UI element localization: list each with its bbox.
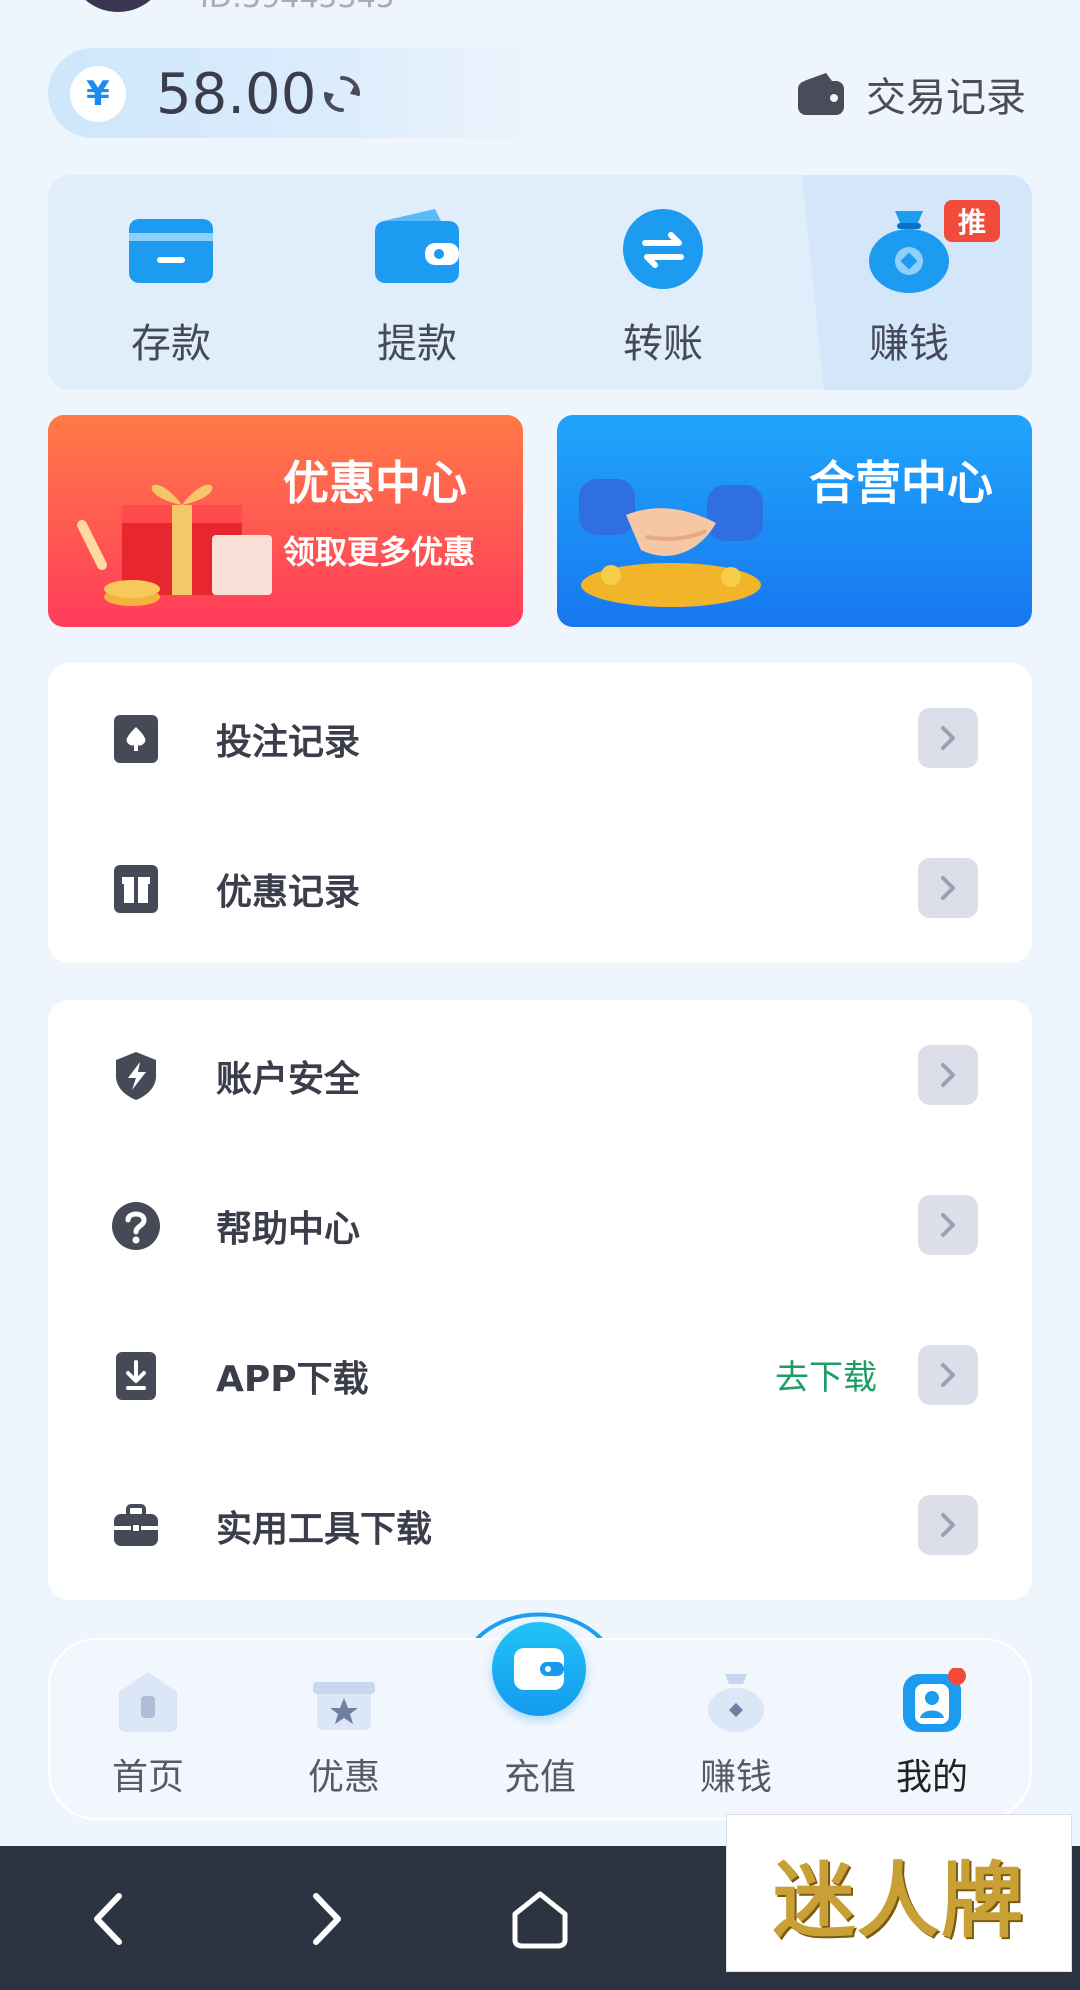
promo-records-row[interactable]: 优惠记录 — [48, 813, 1032, 963]
help-icon — [112, 1202, 160, 1250]
toolbox-icon — [114, 1504, 158, 1546]
promo-center-subtitle: 领取更多优惠 — [283, 533, 476, 571]
watermark-text: 迷人牌 — [772, 1852, 1025, 1949]
account-security-row[interactable]: 账户安全 — [48, 1000, 1032, 1150]
money-bag-icon — [708, 1674, 764, 1732]
go-download-link[interactable]: 去下载 — [775, 1350, 877, 1399]
money-bag-icon — [869, 211, 949, 293]
deposit-button[interactable]: 存款 — [48, 175, 294, 390]
balance-amount: 58.00 — [156, 62, 317, 127]
home-button-icon[interactable] — [505, 1884, 575, 1954]
tools-download-label: 实用工具下载 — [216, 1509, 433, 1550]
bet-records-label: 投注记录 — [216, 722, 361, 763]
handshake-illustration — [579, 479, 763, 607]
help-center-label: 帮助中心 — [216, 1209, 361, 1250]
promo-center-banner[interactable]: 优惠中心 领取更多优惠 — [48, 415, 523, 627]
tab-mine[interactable]: 我的 — [834, 1640, 1030, 1818]
profile-icon — [903, 1668, 966, 1732]
wallet-icon — [514, 1648, 564, 1690]
avatar[interactable] — [68, 0, 168, 12]
card-icon — [129, 219, 213, 283]
tab-promo-label: 优惠 — [307, 1757, 380, 1798]
earn-button[interactable]: 推 赚钱 — [786, 175, 1032, 390]
recommend-badge: 推 — [944, 200, 1000, 242]
bet-records-row[interactable]: 投注记录 — [48, 663, 1032, 813]
download-icon — [116, 1352, 156, 1400]
partner-center-title: 合营中心 — [809, 456, 993, 510]
home-icon — [119, 1672, 177, 1732]
yen-icon: ¥ — [70, 66, 126, 122]
partner-center-banner[interactable]: 合营中心 — [557, 415, 1032, 627]
withdraw-button[interactable]: 提款 — [294, 175, 540, 390]
gift-box-icon — [313, 1682, 375, 1730]
tab-home-label: 首页 — [111, 1757, 184, 1798]
tools-download-row[interactable]: 实用工具下载 — [48, 1450, 1032, 1600]
chevron-right-icon — [918, 708, 978, 768]
chevron-right-icon — [918, 1195, 978, 1255]
transfer-icon — [623, 209, 703, 289]
chevron-right-icon — [918, 1345, 978, 1405]
balance-pill: ¥ 58.00 — [48, 48, 558, 138]
tab-mine-label: 我的 — [895, 1757, 968, 1798]
tab-earn[interactable]: 赚钱 — [638, 1640, 834, 1818]
tab-earn-label: 赚钱 — [699, 1757, 772, 1798]
help-center-row[interactable]: 帮助中心 — [48, 1150, 1032, 1300]
gift-illustration — [77, 484, 272, 606]
shield-icon — [116, 1052, 156, 1100]
tab-recharge-label: 充值 — [503, 1757, 576, 1798]
spade-card-icon — [114, 715, 158, 763]
earn-label: 赚钱 — [869, 321, 949, 367]
transfer-label: 转账 — [623, 321, 703, 367]
wallet-icon — [375, 209, 459, 283]
watermark-logo: 迷人牌 — [726, 1814, 1072, 1972]
tab-promo[interactable]: 优惠 — [246, 1640, 442, 1818]
app-download-label: APP下载 — [216, 1359, 369, 1400]
chevron-right-icon — [918, 1495, 978, 1555]
transaction-record-link[interactable]: 交易记录 — [796, 66, 1026, 122]
forward-icon[interactable] — [290, 1884, 360, 1954]
withdraw-label: 提款 — [377, 321, 457, 367]
deposit-label: 存款 — [131, 321, 211, 367]
tab-home[interactable]: 首页 — [50, 1640, 246, 1818]
back-icon[interactable] — [75, 1884, 145, 1954]
refresh-icon[interactable] — [320, 72, 364, 116]
transaction-record-label: 交易记录 — [866, 75, 1026, 121]
chevron-right-icon — [918, 858, 978, 918]
promo-center-title: 优惠中心 — [283, 456, 467, 510]
gift-icon — [114, 865, 158, 913]
quick-actions-card: 存款 提款 转账 推 赚钱 — [48, 175, 1032, 390]
app-download-row[interactable]: APP下载 去下载 — [48, 1300, 1032, 1450]
transfer-button[interactable]: 转账 — [540, 175, 786, 390]
account-security-label: 账户安全 — [216, 1059, 361, 1100]
settings-card: 账户安全 帮助中心 APP下载 去下载 实用工具下载 — [48, 1000, 1032, 1600]
records-card: 投注记录 优惠记录 — [48, 663, 1032, 963]
user-id-text: ID:59445345 — [200, 0, 395, 15]
promo-records-label: 优惠记录 — [216, 872, 361, 913]
recharge-center-button[interactable] — [492, 1622, 586, 1716]
chevron-right-icon — [918, 1045, 978, 1105]
wallet-icon — [798, 73, 844, 115]
